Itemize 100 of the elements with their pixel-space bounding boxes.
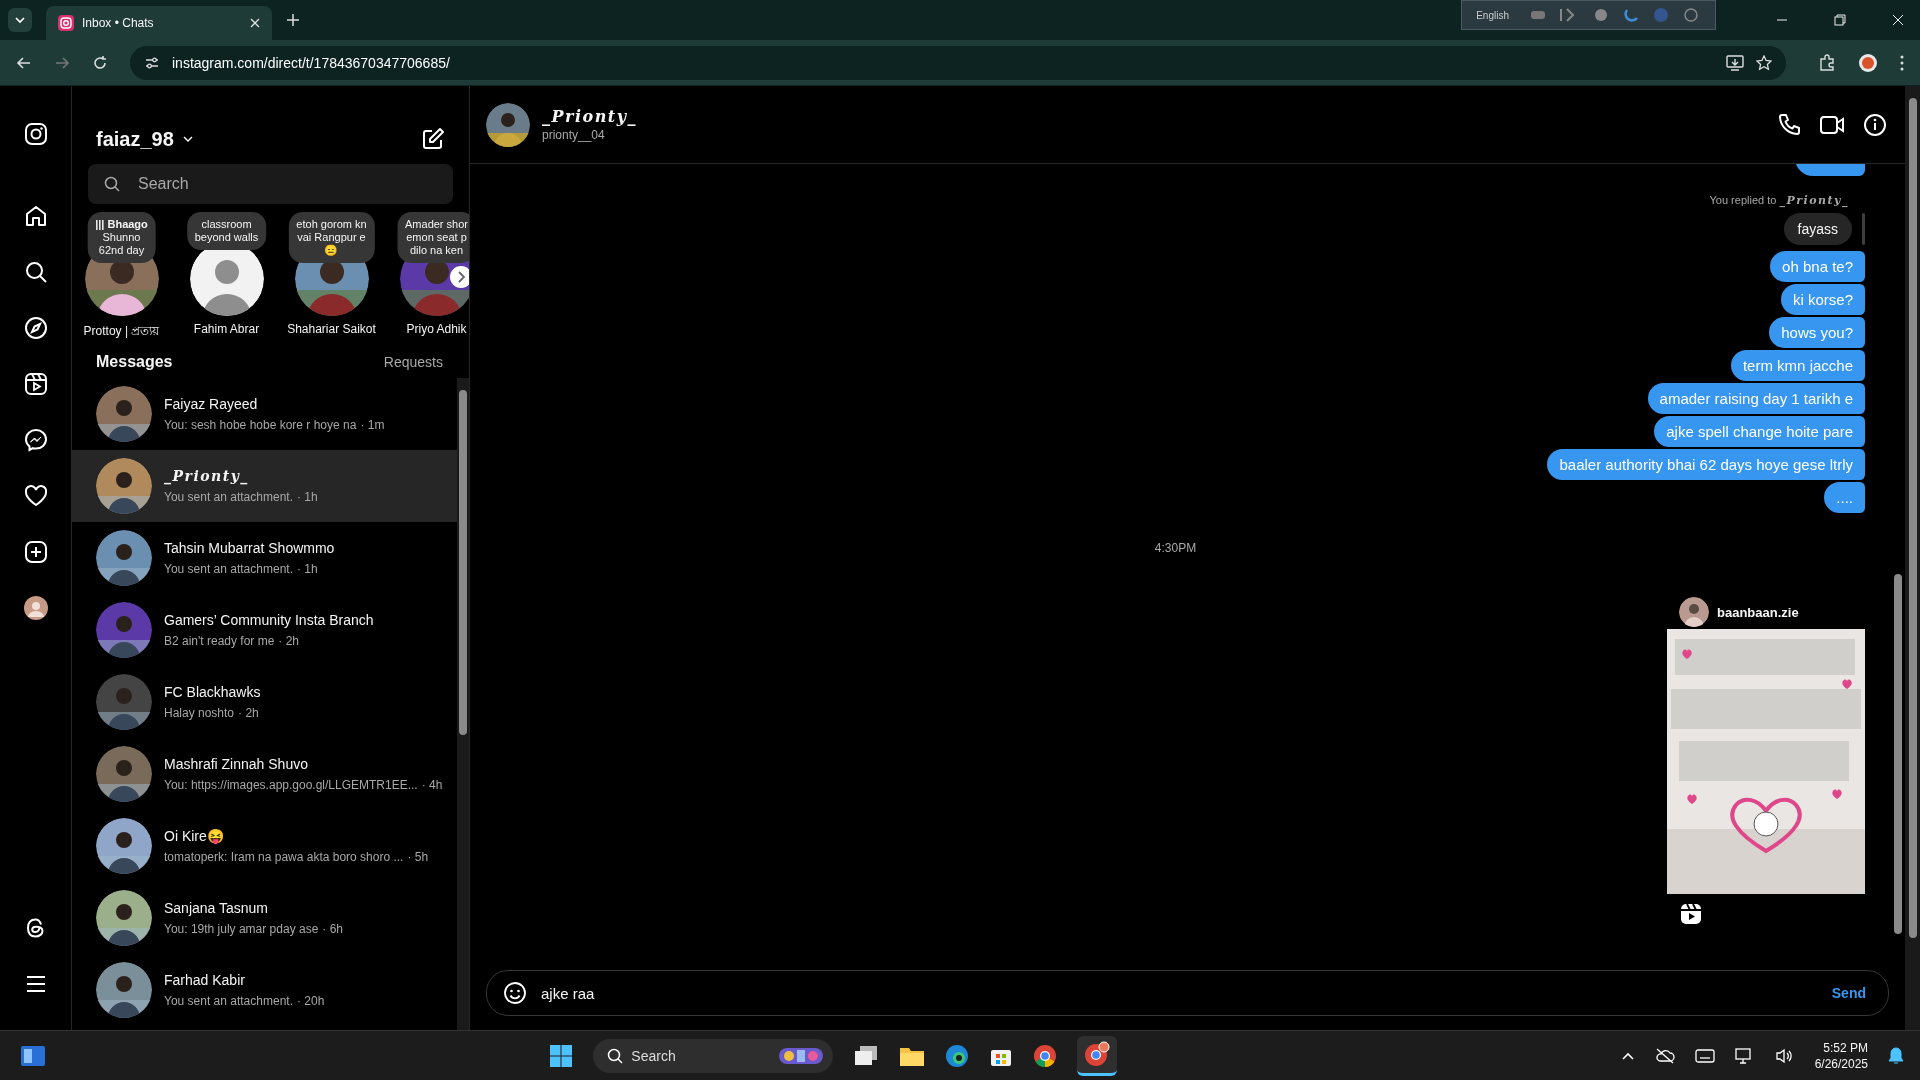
contact-name: Priyo Adhik bbox=[406, 322, 467, 336]
message-preview: Halay noshto bbox=[164, 706, 235, 720]
tab-search-button[interactable] bbox=[8, 8, 32, 32]
chevron-right-icon[interactable] bbox=[450, 266, 469, 288]
note-bubble[interactable]: Amader shor emon seat p dilo na ken bbox=[397, 212, 469, 263]
requests-link[interactable]: Requests bbox=[383, 354, 443, 370]
compass-icon[interactable] bbox=[23, 316, 48, 340]
browser-tab[interactable]: Inbox • Chats bbox=[46, 6, 272, 40]
note-bubble[interactable]: etoh gorom kn vai Rangpur e 😑 bbox=[288, 212, 375, 263]
conversation-item[interactable]: FC Blackhawks Halay noshto · 2h bbox=[72, 666, 457, 738]
install-icon[interactable] bbox=[1726, 54, 1744, 71]
chrome-icon bbox=[1084, 1041, 1111, 1067]
message-preview: You: sesh hobe hobe kore r hoye na bbox=[164, 418, 357, 432]
language-bar[interactable]: English bbox=[1461, 0, 1716, 30]
taskbar-search-field[interactable]: Search bbox=[593, 1038, 834, 1073]
username[interactable]: baanbaan.zie bbox=[1717, 604, 1799, 620]
timestamp: · 1m bbox=[360, 418, 385, 432]
chat-title[interactable]: _Prionty_ bbox=[542, 107, 638, 126]
search-icon bbox=[104, 176, 120, 192]
reels-icon bbox=[1679, 902, 1703, 926]
conversation-item[interactable]: Faiyaz Rayeed You: sesh hobe hobe kore r hoye na · 1m bbox=[72, 378, 457, 450]
back-icon[interactable] bbox=[16, 54, 32, 71]
quoted-message[interactable]: fayass bbox=[1783, 213, 1852, 245]
account-switcher[interactable]: faiaz_98 bbox=[96, 127, 174, 151]
start-icon[interactable] bbox=[549, 1043, 574, 1068]
messenger-icon[interactable] bbox=[23, 428, 48, 452]
conversation-item[interactable]: Oi Kire😝 tomatoperk: Iram na pawa akta boro shoro ... · 5h bbox=[72, 810, 457, 882]
extensions-icon[interactable] bbox=[1818, 53, 1836, 72]
compose-icon[interactable] bbox=[421, 127, 445, 151]
profile-avatar-icon[interactable] bbox=[1858, 52, 1878, 73]
contact-name: Mashrafi Zinnah Shuvo bbox=[164, 756, 309, 772]
message-preview: You: https://images.app.goo.gl/LLGEMTR1EE... bbox=[164, 778, 418, 792]
contact-name: Fahim Abrar bbox=[193, 322, 260, 336]
note-bubble[interactable]: ||| Bhaago Shunno 62nd day bbox=[87, 212, 156, 263]
timestamp: · 1h bbox=[297, 490, 318, 504]
timestamp: · 1h bbox=[297, 562, 318, 576]
conversation-item[interactable]: Farhad Kabir You sent an attachment. · 20h bbox=[72, 954, 457, 1026]
taskbar-app-button[interactable] bbox=[1077, 1035, 1118, 1076]
search-field[interactable]: Search bbox=[88, 164, 453, 204]
search-icon bbox=[607, 1047, 624, 1064]
note-bubble[interactable]: classroom beyond walls bbox=[186, 212, 267, 250]
heart-icon[interactable] bbox=[23, 484, 48, 508]
clock-time[interactable]: 5:52 PM bbox=[1823, 1040, 1868, 1055]
contact-name: FC Blackhawks bbox=[164, 684, 261, 700]
conversation-item[interactable]: Gamers’ Community Insta Branch B2 ain't ready for me · 2h bbox=[72, 594, 457, 666]
reels-icon[interactable] bbox=[23, 372, 48, 396]
more-icon[interactable] bbox=[1900, 54, 1904, 71]
edge-icon[interactable] bbox=[945, 1043, 970, 1068]
username: prionty__04 bbox=[542, 128, 606, 142]
contact-name: Sanjana Tasnum bbox=[164, 900, 270, 916]
search-icon[interactable] bbox=[23, 260, 48, 284]
address-bar[interactable]: instagram.com/direct/t/17843670347706685/ bbox=[130, 45, 1786, 80]
timestamp: · 6h bbox=[322, 922, 343, 936]
contact-name: Prottoy | প্রত্যয় bbox=[83, 323, 160, 340]
widgets-icon[interactable] bbox=[20, 1044, 46, 1067]
contact-name: Faiyaz Rayeed bbox=[164, 396, 259, 412]
phone-icon[interactable] bbox=[1777, 112, 1801, 137]
home-icon[interactable] bbox=[23, 204, 48, 228]
create-icon[interactable] bbox=[23, 540, 48, 564]
reload-icon[interactable] bbox=[92, 54, 108, 71]
close-icon[interactable] bbox=[250, 18, 260, 28]
chrome-icon[interactable] bbox=[1033, 1043, 1058, 1068]
timestamp: · 20h bbox=[297, 994, 325, 1008]
cloud-off-icon[interactable] bbox=[1654, 1047, 1675, 1064]
bell-icon[interactable] bbox=[1888, 1046, 1904, 1065]
conversation-item[interactable]: Mashrafi Zinnah Shuvo You: https://images.app.goo.gl/LLGEMTR1EE... · 4h bbox=[72, 738, 457, 810]
task-view-icon[interactable] bbox=[853, 1043, 880, 1068]
message-field[interactable]: ajke raa Send bbox=[486, 970, 1889, 1016]
instagram-icon[interactable] bbox=[23, 122, 48, 146]
contact-name: Shahariar Saikot bbox=[287, 322, 376, 336]
scrollbar[interactable] bbox=[1905, 86, 1920, 1030]
contact-name: _Prionty_ bbox=[164, 468, 250, 484]
timestamp: · 5h bbox=[407, 850, 429, 864]
new-tab-icon[interactable] bbox=[286, 13, 300, 27]
clock-date[interactable]: 6/26/2025 bbox=[1814, 1056, 1868, 1071]
scrollbar[interactable] bbox=[457, 378, 469, 1030]
timestamp: · 2h bbox=[238, 706, 259, 720]
star-icon[interactable] bbox=[1756, 54, 1772, 71]
contact-name: Tahsin Mubarrat Showmmo bbox=[164, 540, 335, 556]
profile-avatar-icon[interactable] bbox=[23, 596, 48, 620]
message-preview: You sent an attachment. bbox=[164, 562, 293, 576]
contact-name: Oi Kire😝 bbox=[164, 828, 225, 844]
conversation-item[interactable]: Sanjana Tasnum You: 19th july amar pday ase · 6h bbox=[72, 882, 457, 954]
conversation-item[interactable]: Tahsin Mubarrat Showmmo You sent an attachment. · 1h bbox=[72, 522, 457, 594]
emoji-icon[interactable] bbox=[503, 981, 527, 1005]
chevron-down-icon[interactable] bbox=[14, 14, 26, 26]
forward-icon[interactable] bbox=[54, 54, 70, 71]
conversation-item[interactable]: _Prionty_ You sent an attachment. · 1h bbox=[72, 450, 457, 522]
message-preview: tomatoperk: Iram na pawa akta boro shoro ... bbox=[164, 850, 404, 864]
restore-icon[interactable] bbox=[1834, 14, 1846, 26]
timestamp: · 4h bbox=[421, 778, 443, 792]
volume-icon[interactable] bbox=[1774, 1047, 1795, 1064]
timestamp: · 2h bbox=[278, 634, 300, 648]
timestamp: 4:30PM bbox=[1154, 541, 1197, 555]
message-preview: You sent an attachment. bbox=[164, 994, 293, 1008]
info-icon[interactable] bbox=[1863, 112, 1887, 137]
contact-name: Gamers’ Community Insta Branch bbox=[164, 612, 374, 628]
send-button[interactable]: Send bbox=[1825, 981, 1872, 1005]
close-icon[interactable] bbox=[1892, 14, 1904, 26]
keyboard-icon[interactable] bbox=[1694, 1047, 1715, 1064]
